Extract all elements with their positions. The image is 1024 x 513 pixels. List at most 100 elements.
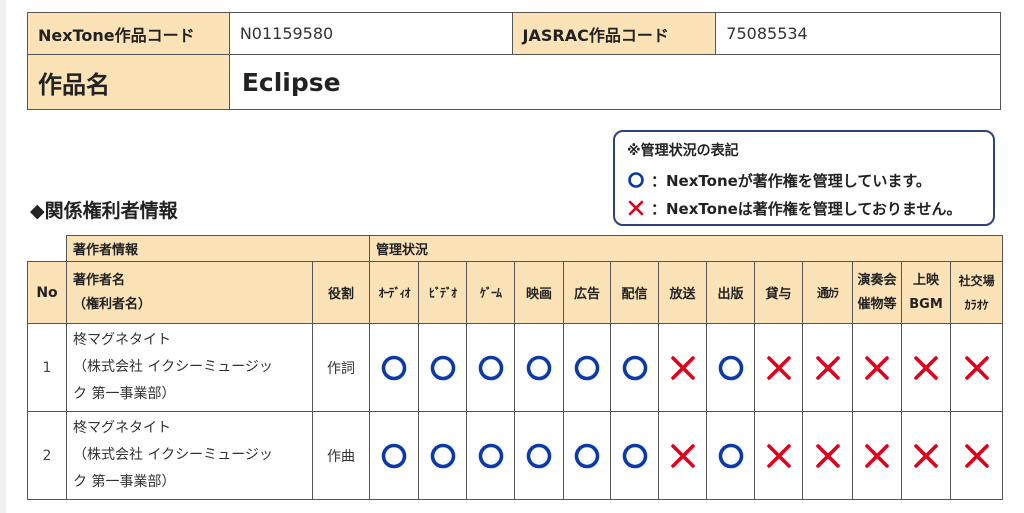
row-author-line2: （株式会社 イクシーミュージッ (73, 447, 273, 463)
status-cell-broadcast (658, 323, 708, 412)
cross-icon (670, 355, 695, 380)
col-status-ads: 広告 (563, 261, 612, 324)
circle-icon (430, 443, 455, 468)
col-status-screening: 上映 BGM (901, 261, 952, 324)
status-cell-social-karaoke (950, 323, 1004, 412)
cross-icon (628, 200, 644, 216)
circle-icon (718, 443, 743, 468)
cross-icon (766, 443, 791, 468)
group-management-status: 管理状況 (369, 235, 1004, 262)
cross-icon (670, 443, 695, 468)
col-status-concert-line2: 催物等 (857, 296, 897, 312)
col-status-rental: 貸与 (754, 261, 804, 324)
row-author: 柊マグネタイト （株式会社 イクシーミュージック 第一事業部） (66, 323, 313, 412)
status-cell-screening (901, 323, 952, 412)
status-cell-social-karaoke (950, 411, 1004, 500)
status-cell-ads (563, 323, 612, 412)
col-status-social-karaoke: 社交場 ｶﾗｵｹ (950, 261, 1004, 324)
status-cell-video (418, 411, 468, 500)
status-cell-broadcast (658, 411, 708, 500)
jasrac-code-label: JASRAC作品コード (511, 12, 717, 55)
status-cell-video (418, 323, 468, 412)
status-cell-karaoke-online (802, 411, 854, 500)
circle-icon (622, 355, 647, 380)
legend-title: ※管理状況の表記 (627, 143, 739, 159)
col-status-screening-line2: BGM (909, 296, 943, 312)
legend-managed-text: ：NexToneが著作権を管理しています。 (651, 171, 931, 190)
col-status-broadcast: 放送 (658, 261, 708, 324)
col-author: 著作者名 （権利者名） (66, 261, 313, 324)
col-author-line2: （権利者名） (73, 296, 152, 312)
row-role: 作曲 (311, 411, 371, 500)
status-cell-movie (514, 411, 565, 500)
cross-icon (914, 443, 938, 468)
col-status-publishing: 出版 (706, 261, 756, 324)
col-status-social-line2: ｶﾗｵｹ (964, 297, 989, 312)
col-status-video: ﾋﾞﾃﾞｵ (418, 261, 468, 324)
row-no: 2 (27, 411, 67, 500)
cross-icon (865, 443, 889, 468)
circle-icon (526, 355, 552, 380)
nextone-code-label: NexTone作品コード (27, 12, 230, 55)
group-author-info: 著作者情報 (65, 235, 371, 262)
table-row: 1 柊マグネタイト （株式会社 イクシーミュージック 第一事業部） 作詞 (27, 323, 1004, 412)
col-no: No (27, 261, 67, 324)
rights-table-body: 1 柊マグネタイト （株式会社 イクシーミュージック 第一事業部） 作詞 2 柊マグネタイ… (27, 323, 1004, 500)
jasrac-code-value: 75085534 (715, 12, 1001, 55)
circle-icon (430, 355, 455, 380)
legend-not-managed-text: ：NexToneは著作権を管理しておりません。 (651, 199, 962, 218)
circle-icon (574, 355, 600, 380)
status-cell-audio (369, 323, 420, 412)
row-author: 柊マグネタイト （株式会社 イクシーミュージック 第一事業部） (66, 411, 313, 500)
status-cell-distribution (610, 323, 660, 412)
legend-not-managed: ：NexToneは著作権を管理しておりません。 (627, 194, 993, 222)
status-cell-rental (754, 411, 804, 500)
row-no: 1 (27, 323, 67, 412)
row-role: 作詞 (311, 323, 371, 412)
status-cell-concert (852, 411, 903, 500)
cross-icon (964, 443, 989, 468)
circle-icon (628, 172, 644, 188)
col-status-distribution: 配信 (610, 261, 660, 324)
cross-icon (815, 355, 840, 380)
circle-icon (718, 355, 743, 380)
row-author-line3: ク 第一事業部） (73, 474, 176, 490)
status-cell-game (466, 323, 516, 412)
col-status-social-line1: 社交場 (958, 273, 995, 288)
cross-icon (865, 355, 889, 380)
rights-holder-table: 著作者情報 管理状況 No 著作者名 （権利者名） 役割 ｵｰﾃﾞｨｵ ﾋﾞﾃﾞ… (27, 235, 1004, 500)
cross-icon (815, 443, 840, 468)
status-cell-publishing (706, 323, 756, 412)
col-status-concert-line1: 演奏会 (857, 272, 897, 288)
col-status-audio: ｵｰﾃﾞｨｵ (369, 261, 420, 324)
row-author-line1: 柊マグネタイト (73, 332, 171, 348)
status-cell-karaoke-online (802, 323, 854, 412)
row-author-line1: 柊マグネタイト (73, 420, 171, 436)
cross-icon (914, 355, 938, 380)
status-cell-movie (514, 323, 565, 412)
cross-icon (766, 355, 791, 380)
status-legend: ※管理状況の表記 ：NexToneが著作権を管理しています。 ：NexToneは… (613, 130, 995, 226)
work-title-value: Eclipse (228, 54, 1002, 110)
circle-icon (574, 443, 600, 468)
col-status-concert: 演奏会 催物等 (852, 261, 903, 324)
section-title: ◆関係権利者情報 (30, 200, 178, 222)
circle-icon (526, 443, 552, 468)
col-status-game: ｹﾞｰﾑ (466, 261, 516, 324)
page-left-border (0, 0, 6, 513)
col-status-karaoke-online: 通ｶﾗ (802, 261, 854, 324)
status-cell-concert (852, 323, 903, 412)
col-status-movie: 映画 (514, 261, 565, 324)
work-info-table: NexTone作品コード N01159580 JASRAC作品コード 75085… (27, 12, 1002, 110)
status-cell-ads (563, 411, 612, 500)
status-cell-game (466, 411, 516, 500)
circle-icon (622, 443, 647, 468)
status-cell-screening (901, 411, 952, 500)
status-cell-audio (369, 411, 420, 500)
col-status-screening-line1: 上映 (913, 272, 940, 288)
work-title-label: 作品名 (27, 54, 230, 110)
cross-icon (964, 355, 989, 380)
circle-icon (381, 355, 407, 380)
row-author-line2: （株式会社 イクシーミュージッ (73, 359, 273, 375)
legend-managed: ：NexToneが著作権を管理しています。 (627, 166, 993, 194)
